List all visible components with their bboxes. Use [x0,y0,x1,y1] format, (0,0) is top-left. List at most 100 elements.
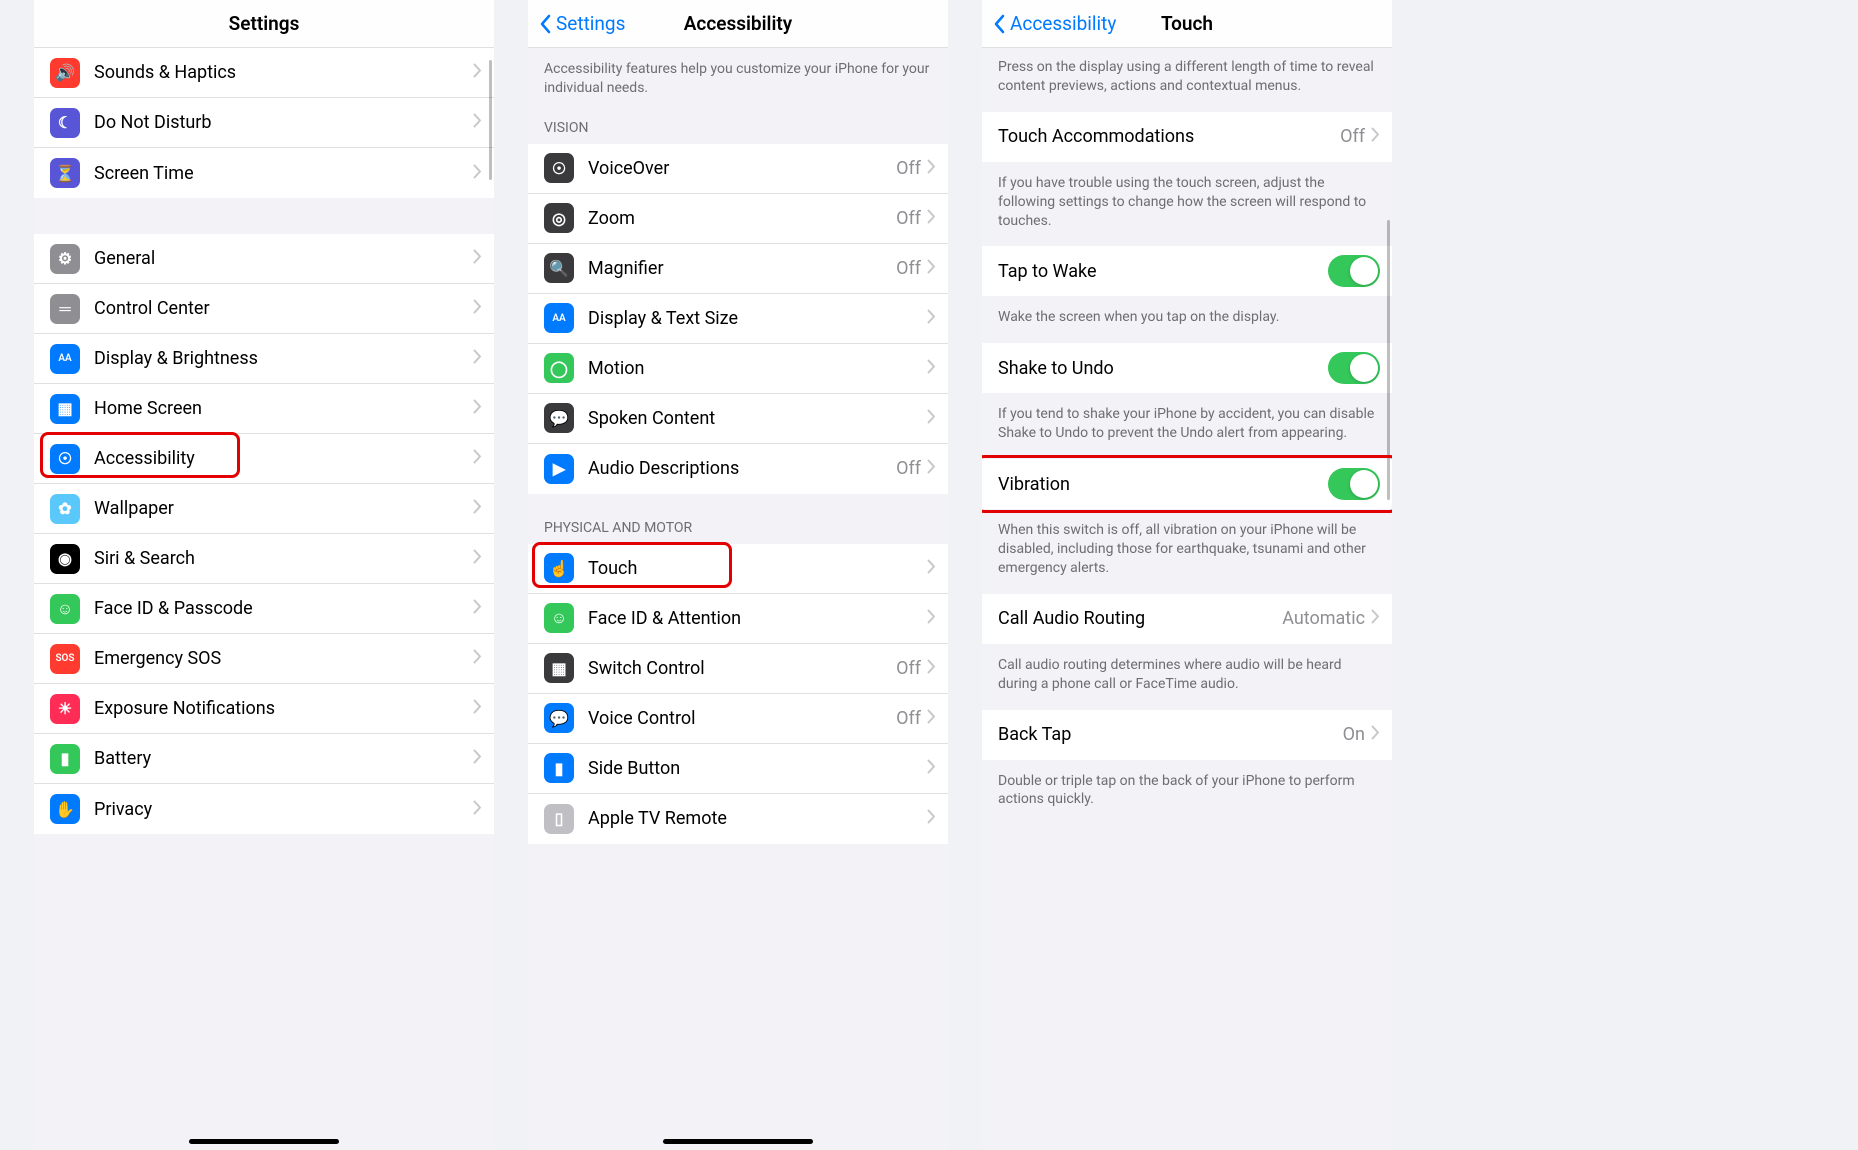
scrollbar[interactable] [489,60,492,180]
chevron-right-icon [473,249,482,268]
touch-row[interactable]: Call Audio RoutingAutomatic [982,594,1392,644]
settings-row[interactable]: 🔊 Sounds & Haptics [34,48,494,98]
settings-row[interactable]: ☝Touch [528,544,948,594]
settings-row[interactable]: ═Control Center [34,284,494,334]
home-indicator[interactable] [663,1139,813,1144]
battery-icon: ▮ [50,744,80,774]
nav-bar-accessibility: Settings Accessibility [528,0,948,48]
settings-row[interactable]: AA Display & Text Size [528,294,948,344]
touch-row[interactable]: Vibration [982,459,1392,509]
spoken-icon: 💬 [544,403,574,433]
settings-row[interactable]: ▯Apple TV Remote [528,794,948,844]
chevron-right-icon [473,63,482,82]
row-label: Sounds & Haptics [94,62,473,83]
textsize-icon: AA [544,303,574,333]
chevron-right-icon [927,359,936,378]
row-value: On [1343,724,1365,745]
settings-row[interactable]: ⏳Screen Time [34,148,494,198]
settings-row[interactable]: ▦Switch ControlOff [528,644,948,694]
row-label: Tap to Wake [998,261,1328,282]
accessibility-content[interactable]: Accessibility features help you customiz… [528,48,948,1150]
row-label: Screen Time [94,163,473,184]
row-label: Back Tap [998,724,1343,745]
row-label: Shake to Undo [998,358,1328,379]
touch-row[interactable]: Touch AccommodationsOff [982,112,1392,162]
row-label: Do Not Disturb [94,112,473,133]
nav-bar-settings: Settings [34,0,494,48]
settings-row[interactable]: SOSEmergency SOS [34,634,494,684]
row-label: Exposure Notifications [94,698,473,719]
chevron-right-icon [1371,725,1380,744]
settings-row[interactable]: AADisplay & Brightness [34,334,494,384]
settings-row[interactable]: ☾Do Not Disturb [34,98,494,148]
vision-header: VISION [528,114,948,144]
settings-row[interactable]: 💬Spoken Content [528,394,948,444]
chevron-right-icon [473,749,482,768]
home-indicator[interactable] [189,1139,339,1144]
settings-row[interactable]: ✋ Privacy [34,784,494,834]
accessibility-pane: Settings Accessibility Accessibility fea… [528,0,948,1150]
settings-row[interactable]: ☉VoiceOverOff [528,144,948,194]
settings-row[interactable]: ▦Home Screen [34,384,494,434]
touch-row[interactable]: Tap to Wake [982,246,1392,296]
chevron-right-icon [927,559,936,578]
audiodesc-icon: ▶ [544,454,574,484]
textsize-icon: AA [50,344,80,374]
chevron-left-icon [538,14,552,34]
motion-icon: ◯ [544,353,574,383]
sidebutton-icon: ▮ [544,753,574,783]
voiceover-icon: ☉ [544,153,574,183]
settings-row[interactable]: ▶Audio DescriptionsOff [528,444,948,494]
group-spacer [34,834,494,870]
settings-row[interactable]: ☉Accessibility [34,434,494,484]
settings-row[interactable]: ⚙General [34,234,494,284]
settings-row[interactable]: ▮Side Button [528,744,948,794]
row-label: Privacy [94,799,473,820]
siri-icon: ◉ [50,544,80,574]
settings-row[interactable]: ☺Face ID & Attention [528,594,948,644]
row-label: Voice Control [588,708,896,729]
flower-icon: ✿ [50,494,80,524]
chevron-right-icon [473,299,482,318]
row-label: Display & Text Size [588,308,927,329]
chevron-right-icon [1371,609,1380,628]
touch-content[interactable]: Press on the display using a different l… [982,48,1392,1150]
chevron-right-icon [927,259,936,278]
toggle-switch[interactable] [1328,468,1380,500]
settings-row[interactable]: 💬Voice ControlOff [528,694,948,744]
touch-row[interactable]: Shake to Undo [982,343,1392,393]
settings-row[interactable]: ✿Wallpaper [34,484,494,534]
sounds-icon: 🔊 [50,58,80,88]
settings-row[interactable]: ☺Face ID & Passcode [34,584,494,634]
footer-note: If you tend to shake your iPhone by acci… [982,393,1392,459]
chevron-right-icon [927,309,936,328]
chevron-right-icon [473,399,482,418]
footer-note: If you have trouble using the touch scre… [982,162,1392,247]
back-to-accessibility[interactable]: Accessibility [992,12,1116,35]
touch-row[interactable]: Back TapOn [982,710,1392,760]
row-label: Control Center [94,298,473,319]
toggle-switch[interactable] [1328,352,1380,384]
scrollbar[interactable] [1387,220,1390,500]
row-label: Home Screen [94,398,473,419]
settings-row[interactable]: ◯Motion [528,344,948,394]
chevron-right-icon [927,459,936,478]
hand-icon: ✋ [50,794,80,824]
row-value: Off [896,458,921,479]
voicecontrol-icon: 💬 [544,703,574,733]
settings-row[interactable]: ◎ZoomOff [528,194,948,244]
settings-content[interactable]: 🔊 Sounds & Haptics ☾Do Not Disturb⏳Screen … [34,48,494,1150]
chevron-right-icon [473,113,482,132]
row-label: Vibration [998,474,1328,495]
settings-row[interactable]: ▮ Battery [34,734,494,784]
row-label: Battery [94,748,473,769]
back-label: Accessibility [1010,12,1116,35]
back-to-settings[interactable]: Settings [538,12,625,35]
toggle-switch[interactable] [1328,255,1380,287]
chevron-right-icon [473,699,482,718]
remote-icon: ▯ [544,804,574,834]
footer-note: Wake the screen when you tap on the disp… [982,296,1392,343]
settings-row[interactable]: ☀Exposure Notifications [34,684,494,734]
settings-row[interactable]: 🔍MagnifierOff [528,244,948,294]
settings-row[interactable]: ◉Siri & Search [34,534,494,584]
